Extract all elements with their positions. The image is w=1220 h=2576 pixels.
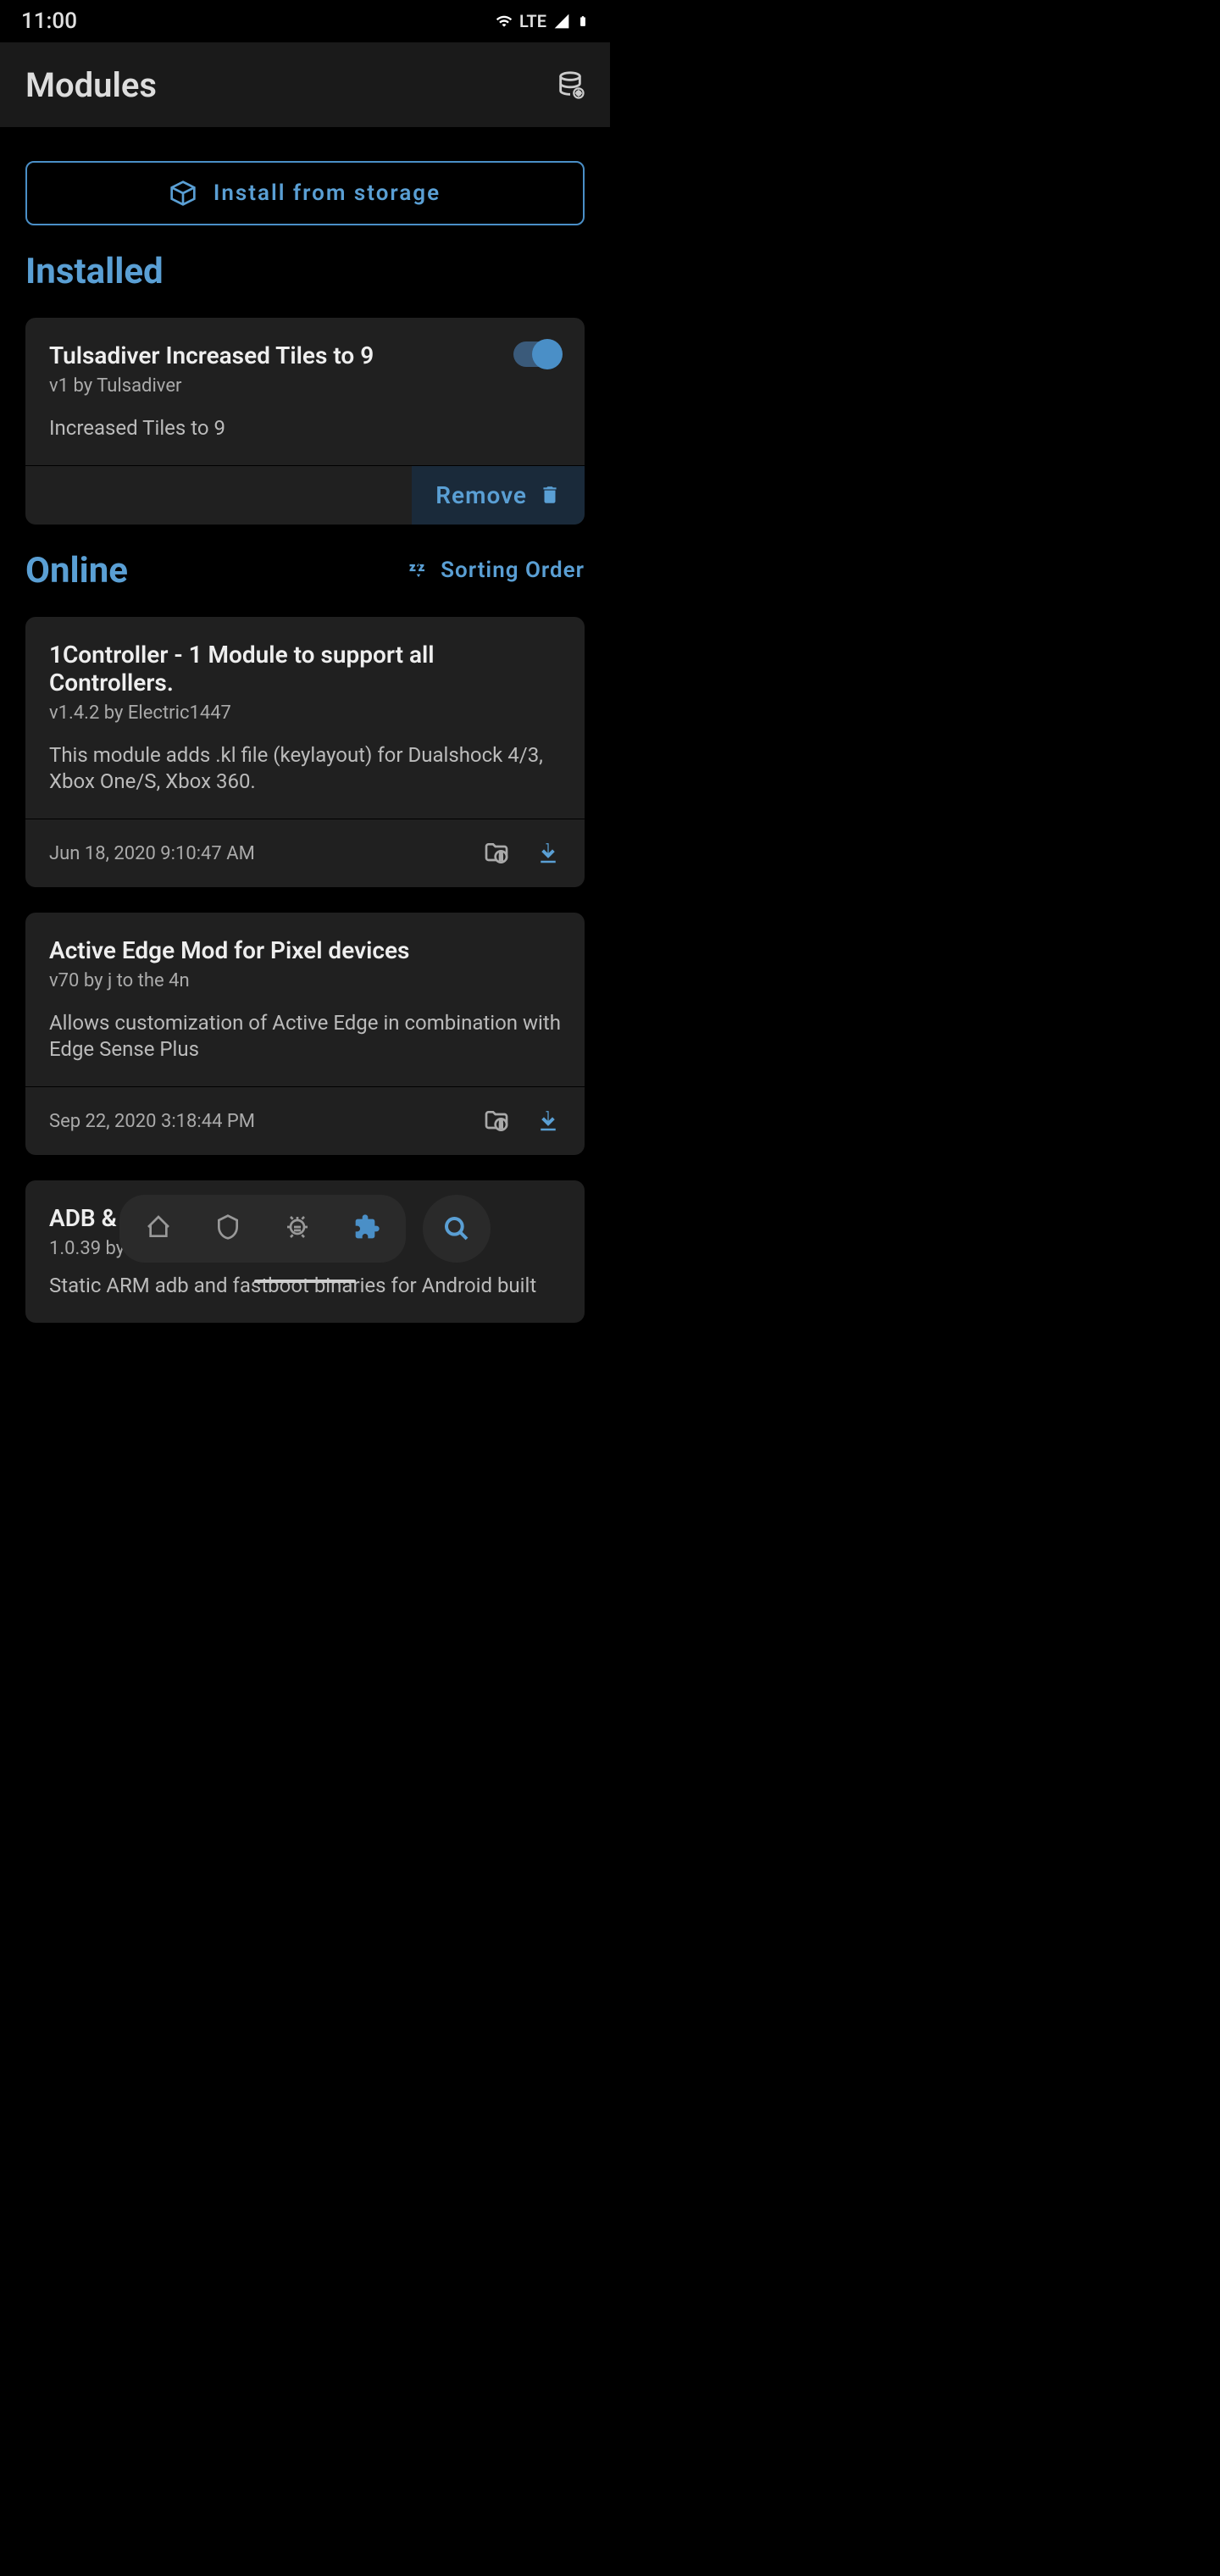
online-module-card[interactable]: Active Edge Mod for Pixel devices v70 by… <box>25 913 585 1155</box>
module-description: Increased Tiles to 9 <box>49 415 561 441</box>
wifi-icon <box>496 13 513 30</box>
home-indicator[interactable] <box>254 1280 356 1283</box>
module-title: 1Controller - 1 Module to support all Co… <box>49 641 561 697</box>
install-from-storage-button[interactable]: Install from storage <box>25 161 585 225</box>
repository-icon[interactable] <box>556 70 585 99</box>
puzzle-icon <box>353 1213 380 1241</box>
sort-label: Sorting Order <box>441 558 585 583</box>
online-section-header: Online Sorting Order <box>0 550 610 591</box>
remove-button-label: Remove <box>435 481 527 509</box>
nav-home[interactable] <box>145 1213 172 1244</box>
package-icon <box>169 180 197 207</box>
nav-modules[interactable] <box>353 1213 380 1244</box>
module-description: Allows customization of Active Edge in c… <box>49 1010 561 1063</box>
nav-shield[interactable] <box>214 1213 241 1244</box>
info-folder-icon[interactable] <box>483 1108 510 1135</box>
download-icon[interactable] <box>535 841 561 866</box>
status-time: 11:00 <box>21 8 77 34</box>
nav-bug[interactable] <box>284 1213 311 1244</box>
module-date: Sep 22, 2020 3:18:44 PM <box>49 1111 255 1132</box>
install-button-label: Install from storage <box>214 180 441 206</box>
installed-section-header: Installed <box>0 251 610 292</box>
home-icon <box>145 1213 172 1241</box>
search-icon <box>443 1215 470 1242</box>
download-icon[interactable] <box>535 1108 561 1134</box>
search-fab[interactable] <box>423 1195 491 1263</box>
battery-icon <box>577 13 589 30</box>
page-title: Modules <box>25 65 157 105</box>
module-description: This module adds .kl file (keylayout) fo… <box>49 742 561 795</box>
module-version-author: v70 by j to the 4n <box>49 970 561 991</box>
status-icons: LTE <box>496 11 589 31</box>
online-module-card[interactable]: 1Controller - 1 Module to support all Co… <box>25 617 585 888</box>
info-folder-icon[interactable] <box>483 840 510 867</box>
sorting-order-button[interactable]: Sorting Order <box>407 558 585 583</box>
bug-icon <box>284 1213 311 1241</box>
signal-icon <box>553 13 570 30</box>
installed-module-card: Tulsadiver Increased Tiles to 9 v1 by Tu… <box>25 318 585 525</box>
sort-az-icon <box>407 558 430 582</box>
module-description: Static ARM adb and fastboot binaries for… <box>49 1273 561 1299</box>
module-title: Tulsadiver Increased Tiles to 9 <box>49 341 374 370</box>
network-type: LTE <box>519 11 546 31</box>
module-version-author: v1 by Tulsadiver <box>49 375 374 397</box>
online-title: Online <box>25 550 128 591</box>
remove-button[interactable]: Remove <box>412 466 585 525</box>
module-title: Active Edge Mod for Pixel devices <box>49 936 561 965</box>
module-enable-toggle[interactable] <box>513 341 561 367</box>
shield-icon <box>214 1213 241 1241</box>
module-date: Jun 18, 2020 9:10:47 AM <box>49 843 255 864</box>
trash-icon <box>539 484 561 506</box>
module-version-author: v1.4.2 by Electric1447 <box>49 702 561 724</box>
status-bar: 11:00 LTE <box>0 0 610 42</box>
installed-title: Installed <box>25 251 164 292</box>
bottom-navigation <box>119 1195 491 1263</box>
app-bar: Modules <box>0 42 610 127</box>
